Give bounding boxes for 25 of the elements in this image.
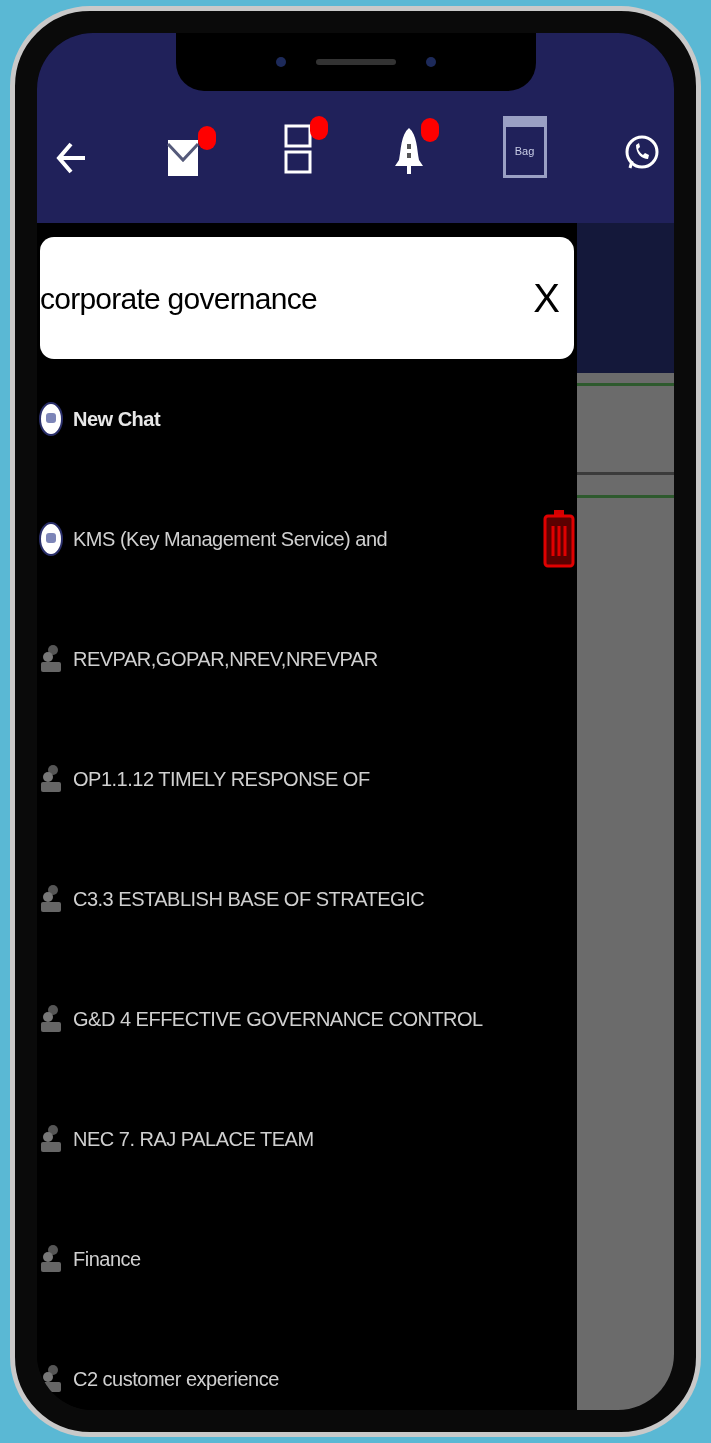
chat-item[interactable]: G&D 4 EFFECTIVE GOVERNANCE CONTROL: [37, 959, 577, 1079]
chat-title: KMS (Key Management Service) and: [73, 527, 388, 552]
chat-bot-icon: [39, 402, 63, 436]
chat-item[interactable]: New Chat: [37, 359, 577, 479]
clear-button[interactable]: X: [529, 268, 564, 328]
chat-title: Finance: [73, 1247, 141, 1272]
chat-title: REVPAR,GOPAR,NREV,NREVPAR: [73, 647, 378, 672]
chat-bot-icon: [39, 522, 63, 556]
chat-item[interactable]: C3.3 ESTABLISH BASE OF STRATEGIC: [37, 839, 577, 959]
chat-title: NEC 7. RAJ PALACE TEAM: [73, 1127, 314, 1152]
chat-item[interactable]: KMS (Key Management Service) and: [37, 479, 577, 599]
chat-item[interactable]: REVPAR,GOPAR,NREV,NREVPAR: [37, 599, 577, 719]
search-field[interactable]: corporate governance X: [40, 237, 574, 359]
chat-item[interactable]: Finance: [37, 1199, 577, 1319]
trash-icon[interactable]: [543, 508, 575, 570]
search-text: corporate governance: [40, 280, 317, 317]
chat-title: New Chat: [73, 407, 161, 432]
chat-item[interactable]: C2 customer experience: [37, 1319, 577, 1410]
bag-button[interactable]: Bag: [502, 116, 547, 178]
chat-item[interactable]: NEC 7. RAJ PALACE TEAM: [37, 1079, 577, 1199]
chat-title: C2 customer experience: [73, 1367, 279, 1392]
chat-title: G&D 4 EFFECTIVE GOVERNANCE CONTROL: [73, 1007, 483, 1032]
chat-item[interactable]: OP1.1.12 TIMELY RESPONSE OF: [37, 719, 577, 839]
chat-title: C3.3 ESTABLISH BASE OF STRATEGIC: [73, 887, 425, 912]
chat-title: OP1.1.12 TIMELY RESPONSE OF: [73, 767, 370, 792]
